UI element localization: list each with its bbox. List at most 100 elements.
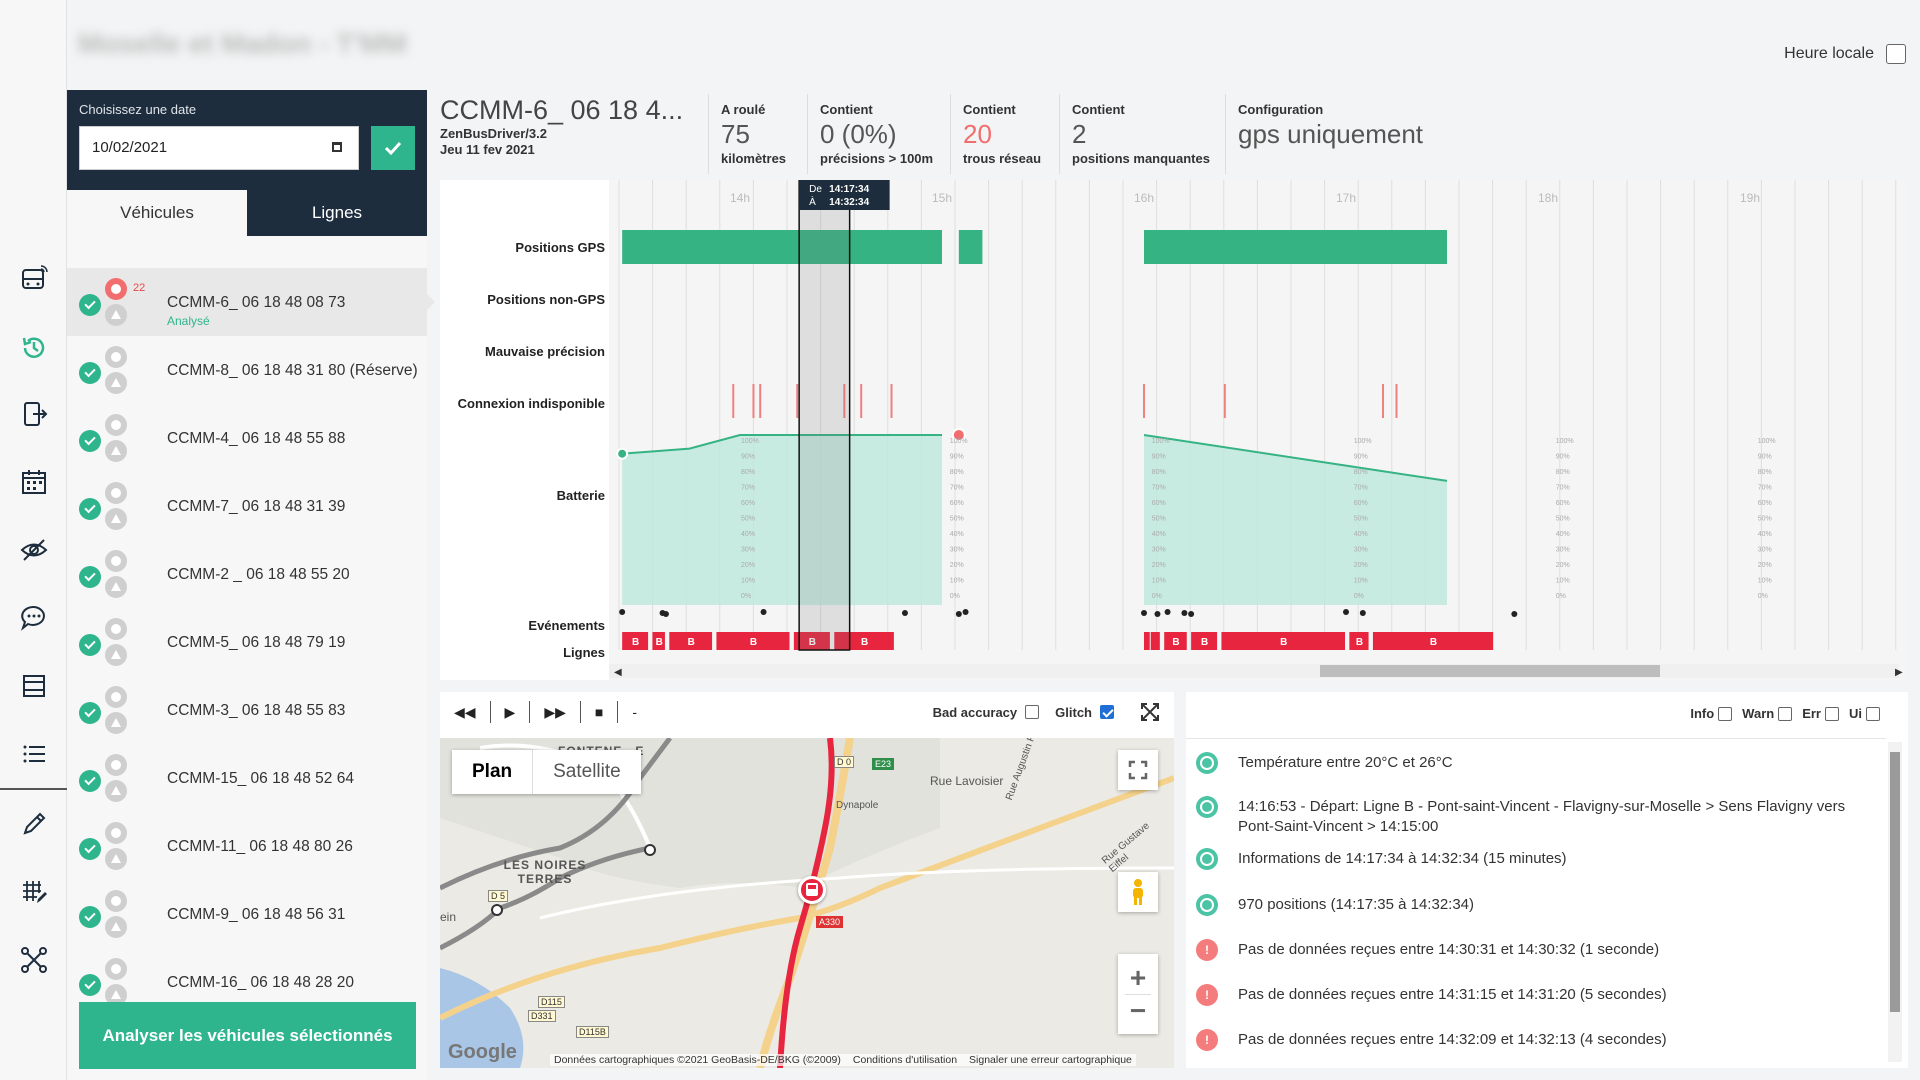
- event-dot[interactable]: [1511, 611, 1518, 617]
- event-dot[interactable]: [662, 611, 669, 617]
- analyze-vehicles-button[interactable]: Analyser les véhicules sélectionnés: [79, 1002, 416, 1069]
- filter-err[interactable]: Err: [1802, 706, 1839, 721]
- map-view[interactable]: FONTENE...E LES NOIRES TERRES Rue Lavois…: [440, 738, 1174, 1068]
- selected-check-icon[interactable]: [79, 770, 101, 792]
- battery-area[interactable]: [622, 435, 942, 605]
- film-icon[interactable]: [18, 670, 50, 702]
- vehicle-row[interactable]: CCMM-3_ 06 18 48 55 83: [67, 676, 427, 744]
- filter-ui[interactable]: Ui: [1849, 706, 1880, 721]
- event-dot[interactable]: [619, 609, 626, 615]
- glitch-checkbox[interactable]: [1100, 705, 1114, 719]
- vehicle-timeline[interactable]: Positions GPS Positions non-GPS Mauvaise…: [440, 180, 1908, 680]
- calendar-icon[interactable]: [18, 466, 50, 498]
- vehicle-row[interactable]: CCMM-4_ 06 18 48 55 88: [67, 404, 427, 472]
- event-dot[interactable]: [901, 610, 908, 616]
- vehicle-row[interactable]: CCMM-15_ 06 18 48 52 64: [67, 744, 427, 812]
- bus-live-icon[interactable]: [18, 262, 50, 294]
- event-dot[interactable]: [962, 609, 969, 615]
- log-item[interactable]: 14:16:53 - Départ: Ligne B - Pont-saint-…: [1196, 796, 1876, 837]
- local-time-toggle[interactable]: Heure locale: [1784, 44, 1906, 64]
- zoom-out-icon[interactable]: −: [1130, 995, 1146, 1027]
- rewind-icon[interactable]: ◀◀: [454, 704, 476, 721]
- map-report-link[interactable]: Signaler une erreur cartographique: [969, 1054, 1132, 1066]
- vehicle-row[interactable]: CCMM-8_ 06 18 48 31 80 (Réserve): [67, 336, 427, 404]
- event-dot[interactable]: [1343, 609, 1349, 615]
- gps-coverage-bar[interactable]: [958, 230, 983, 264]
- selected-check-icon[interactable]: [79, 634, 101, 656]
- selected-check-icon[interactable]: [79, 430, 101, 452]
- log-item[interactable]: Pas de données reçues entre 14:30:31 et …: [1196, 939, 1876, 961]
- chat-icon[interactable]: [18, 602, 50, 634]
- expand-icon[interactable]: [1140, 702, 1160, 722]
- network-icon[interactable]: [18, 944, 50, 976]
- timeline-chart[interactable]: 14h 15h 16h 17h 18h 19h 100% 90% 80% 70% 60% 50% 40…: [440, 180, 1908, 680]
- local-time-checkbox[interactable]: [1886, 44, 1906, 64]
- selected-check-icon[interactable]: [79, 702, 101, 724]
- event-dot[interactable]: [1164, 609, 1171, 615]
- log-scroll-thumb[interactable]: [1890, 752, 1900, 1012]
- map-terms-link[interactable]: Conditions d'utilisation: [853, 1054, 957, 1066]
- tab-lines[interactable]: Lignes: [247, 190, 427, 236]
- selected-check-icon[interactable]: [79, 838, 101, 860]
- filter-checkbox[interactable]: [1718, 706, 1733, 721]
- selected-check-icon[interactable]: [79, 294, 101, 316]
- gps-coverage-bar[interactable]: [1144, 230, 1447, 264]
- timeline-scroll-thumb[interactable]: [1320, 665, 1660, 677]
- play-icon[interactable]: ▶: [505, 704, 516, 721]
- scroll-right-icon[interactable]: ▶: [1895, 667, 1903, 678]
- street-view-pegman-icon[interactable]: [1118, 872, 1158, 912]
- log-scrollbar[interactable]: [1888, 742, 1902, 1062]
- stop-marker[interactable]: [644, 844, 656, 856]
- filter-info[interactable]: Info: [1690, 706, 1733, 721]
- filter-checkbox[interactable]: [1778, 706, 1793, 721]
- vehicle-row[interactable]: 22 CCMM-6_ 06 18 48 08 73 Analysé: [67, 268, 435, 336]
- log-item[interactable]: Informations de 14:17:34 à 14:32:34 (15 …: [1196, 848, 1876, 870]
- selected-check-icon[interactable]: [79, 906, 101, 928]
- event-dot[interactable]: [1188, 611, 1195, 617]
- event-dot[interactable]: [1181, 610, 1188, 616]
- device-export-icon[interactable]: [18, 398, 50, 430]
- event-dot[interactable]: [1141, 610, 1147, 616]
- tab-vehicles[interactable]: Véhicules: [67, 190, 247, 236]
- vehicle-row[interactable]: CCMM-5_ 06 18 48 79 19: [67, 608, 427, 676]
- vehicle-row[interactable]: CCMM-11_ 06 18 48 80 26: [67, 812, 427, 880]
- event-dot[interactable]: [955, 611, 962, 617]
- selected-check-icon[interactable]: [79, 498, 101, 520]
- timeline-scrollbar[interactable]: [609, 664, 1899, 678]
- bus-position-marker[interactable]: [798, 876, 826, 904]
- gps-coverage-bar[interactable]: [622, 230, 942, 264]
- battery-start-marker[interactable]: [616, 447, 629, 460]
- filter-warn[interactable]: Warn: [1742, 706, 1793, 721]
- fullscreen-icon[interactable]: [1118, 750, 1158, 790]
- bad-accuracy-checkbox[interactable]: [1025, 705, 1040, 719]
- fast-forward-icon[interactable]: ▶▶: [544, 704, 566, 721]
- calendar-small-icon[interactable]: [332, 142, 342, 152]
- filter-checkbox[interactable]: [1825, 706, 1839, 721]
- selected-check-icon[interactable]: [79, 362, 101, 384]
- selection-window[interactable]: [798, 180, 851, 651]
- log-item[interactable]: 970 positions (14:17:35 à 14:32:34): [1196, 894, 1876, 916]
- history-icon[interactable]: [18, 332, 50, 364]
- log-item[interactable]: Pas de données reçues entre 14:31:15 et …: [1196, 984, 1876, 1006]
- vehicle-row[interactable]: CCMM-2 _ 06 18 48 55 20: [67, 540, 427, 608]
- line-segment-bar[interactable]: [1150, 632, 1160, 650]
- grid-edit-icon[interactable]: [18, 876, 50, 908]
- event-dot[interactable]: [760, 609, 767, 615]
- vehicle-row[interactable]: CCMM-7_ 06 18 48 31 39: [67, 472, 427, 540]
- selected-check-icon[interactable]: [79, 974, 101, 996]
- filter-checkbox[interactable]: [1866, 706, 1880, 721]
- log-item[interactable]: Température entre 20°C et 26°C: [1196, 752, 1876, 774]
- stop-marker[interactable]: [491, 904, 503, 916]
- vehicle-row[interactable]: CCMM-9_ 06 18 48 56 31: [67, 880, 427, 948]
- eye-off-icon[interactable]: [18, 534, 50, 566]
- event-dot[interactable]: [1359, 610, 1366, 616]
- zoom-in-icon[interactable]: +: [1130, 962, 1146, 994]
- date-confirm-button[interactable]: [371, 126, 415, 170]
- tab-plan[interactable]: Plan: [452, 750, 534, 794]
- pencil-icon[interactable]: [18, 808, 50, 840]
- stop-icon[interactable]: ■: [595, 704, 603, 720]
- event-dot[interactable]: [1154, 611, 1161, 617]
- line-segment-bar[interactable]: [1144, 632, 1150, 650]
- scroll-left-icon[interactable]: ◀: [614, 667, 622, 678]
- log-item[interactable]: Pas de données reçues entre 14:32:09 et …: [1196, 1029, 1876, 1051]
